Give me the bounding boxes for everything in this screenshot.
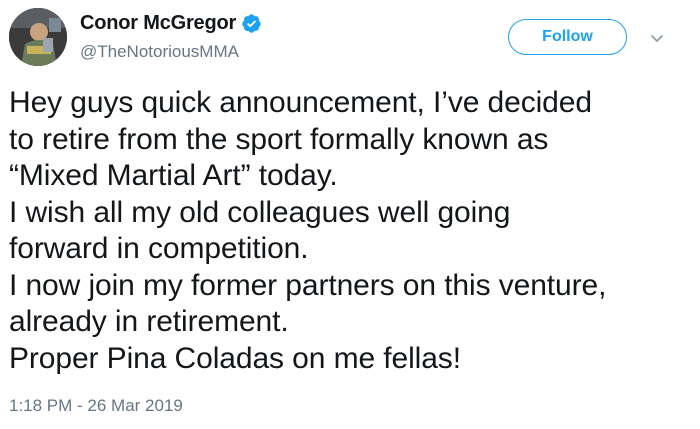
author-display-name[interactable]: Conor McGregor — [80, 12, 236, 35]
chevron-down-icon[interactable] — [649, 30, 665, 46]
tweet-text-line: already in retirement. — [9, 305, 289, 338]
tweet-text-line: Hey guys quick announcement, I’ve decide… — [9, 86, 592, 119]
avatar[interactable] — [9, 8, 67, 66]
verified-badge-icon — [241, 13, 262, 34]
tweet-text-line: forward in competition. — [9, 232, 309, 265]
tweet-text-line: Proper Pina Coladas on me fellas! — [9, 341, 461, 375]
avatar-image — [9, 8, 67, 66]
tweet-text-line: I now join my former partners on this ve… — [9, 268, 607, 302]
tweet-card: Conor McGregor @TheNotoriousMMA Follow H… — [0, 0, 700, 429]
tweet-text-line: to retire from the sport formally known … — [9, 122, 549, 156]
follow-button[interactable]: Follow — [508, 19, 627, 55]
author-handle[interactable]: @TheNotoriousMMA — [80, 42, 239, 62]
tweet-text-line: “Mixed Martial Art” today. — [9, 159, 338, 192]
author-name-row: Conor McGregor — [80, 12, 262, 35]
tweet-text-line: I wish all my old colleagues well going — [9, 195, 511, 229]
tweet-timestamp[interactable]: 1:18 PM - 26 Mar 2019 — [9, 396, 183, 416]
tweet-text: Hey guys quick announcement, I’ve decide… — [9, 85, 694, 377]
